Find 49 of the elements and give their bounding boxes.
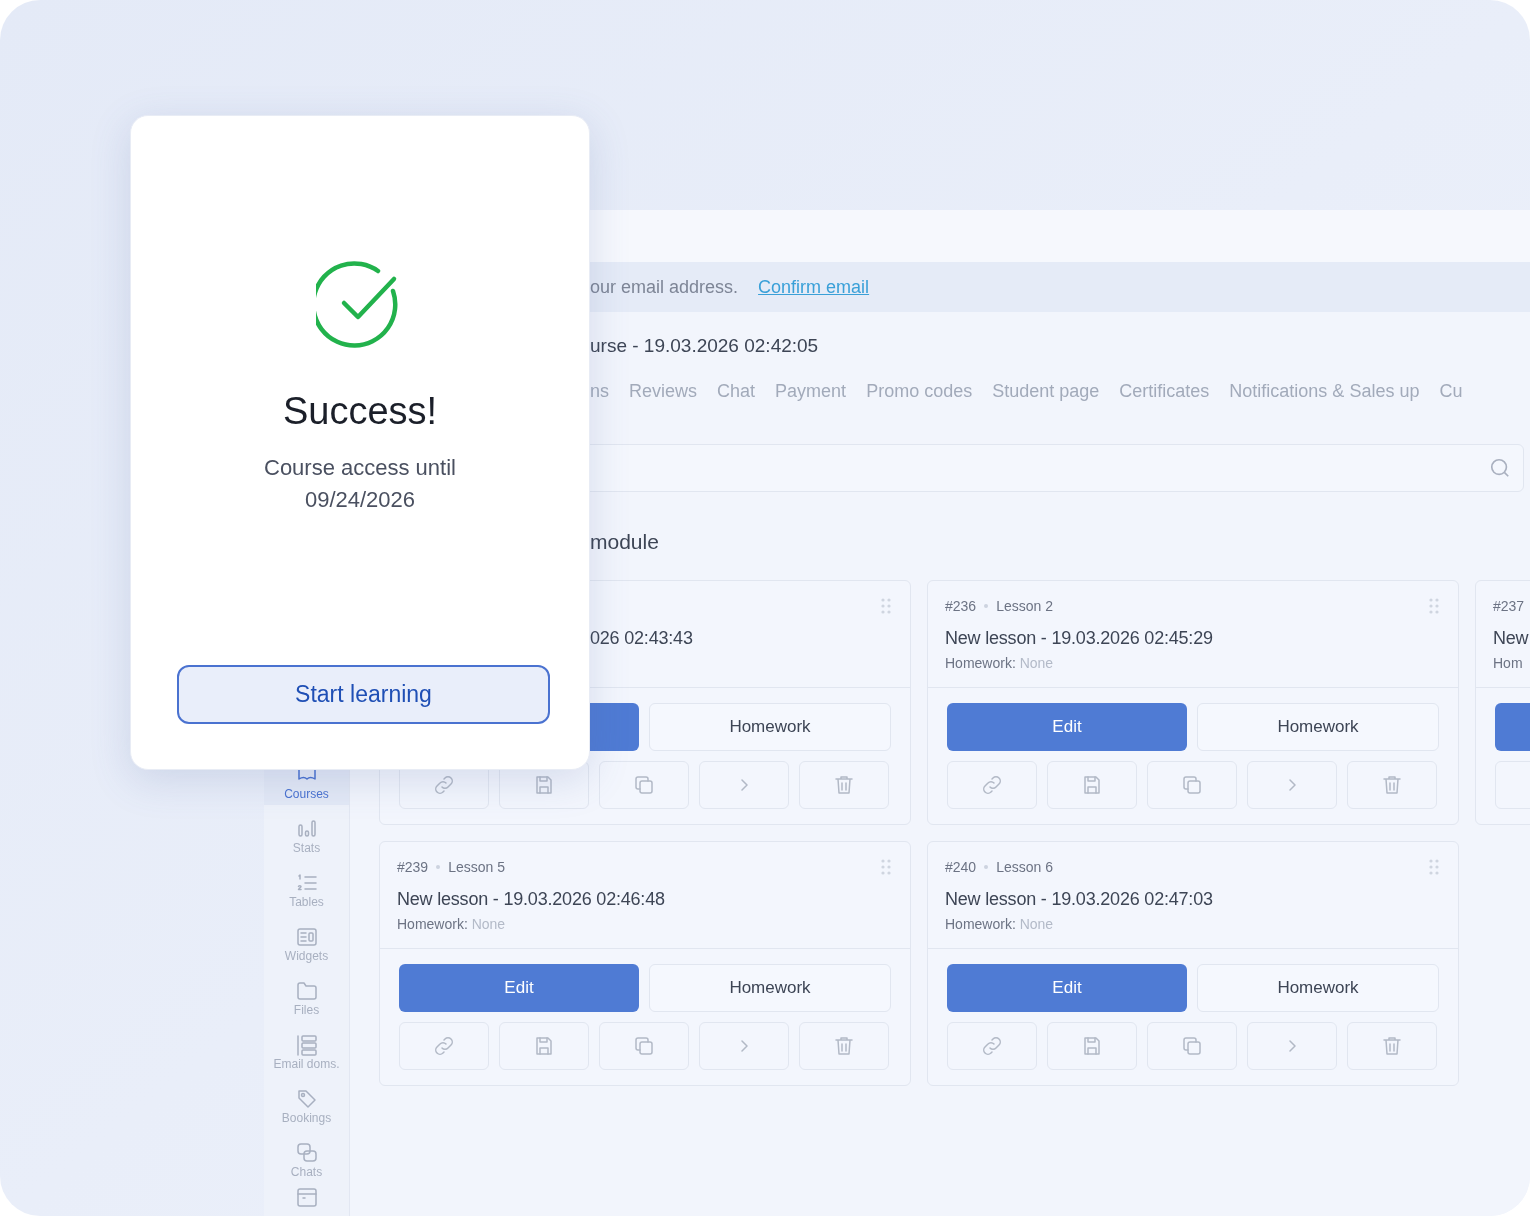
homework-value: None (1019, 655, 1054, 671)
tab[interactable]: Certificates (1119, 378, 1210, 405)
homework-button[interactable]: Homework (649, 964, 891, 1012)
tab[interactable]: Reviews (629, 378, 698, 405)
start-learning-button[interactable]: Start learning (177, 665, 550, 724)
tab[interactable]: ns (590, 378, 609, 405)
sidebar-item[interactable]: Bookings (264, 1075, 349, 1129)
sidebar-item[interactable]: Widgets (264, 913, 349, 967)
lesson-number: Lesson 2 (996, 596, 1053, 616)
sidebar-item[interactable]: Chats (264, 1129, 349, 1183)
homework-label: Homework: (945, 916, 1016, 932)
lesson-number: Lesson 5 (448, 857, 505, 877)
lesson-title: New lesson - 19.03.2026 02:46:48 (397, 889, 665, 909)
sidebar-item[interactable]: Tables (264, 859, 349, 913)
edit-button[interactable]: Edit (399, 964, 639, 1012)
lesson-title: New lesson - 19.03.2026 02:45:29 (945, 628, 1213, 648)
course-title: urse - 19.03.2026 02:42:05 (590, 335, 819, 356)
edit-button[interactable]: Edit (947, 703, 1187, 751)
lesson-title: New lesson - 19.03.2026 02:47:03 (945, 889, 1213, 909)
lesson-id: #240 (945, 857, 977, 877)
lesson-id: #236 (945, 596, 977, 616)
homework-value: None (471, 916, 506, 932)
homework-button[interactable]: Homework (649, 703, 891, 751)
sidebar-item[interactable]: Email doms. (264, 1021, 349, 1075)
dialog-message: Course access until 09/24/2026 (263, 454, 457, 514)
homework-label: Homework: (945, 655, 1016, 671)
tab[interactable]: Student page (992, 378, 1100, 405)
homework-value: None (1019, 916, 1054, 932)
homework-label: Homework: (397, 916, 468, 932)
lesson-number: Lesson 6 (996, 857, 1053, 877)
lesson-id: #239 (397, 857, 429, 877)
tab[interactable]: Promo codes (866, 378, 973, 405)
tab[interactable]: Chat (717, 378, 756, 405)
lesson-id: #237 (1493, 596, 1525, 616)
homework-button[interactable]: Homework (1197, 964, 1439, 1012)
edit-button[interactable]: Edit (947, 964, 1187, 1012)
banner-text: our email address. (590, 275, 739, 299)
tab[interactable]: Payment (775, 378, 847, 405)
section-title: module (590, 530, 659, 553)
lesson-title: 026 02:43:43 (590, 628, 693, 648)
homework-label: Hom (1493, 655, 1523, 671)
tab[interactable]: Cu (1439, 378, 1463, 405)
dialog-title: Success! (282, 389, 438, 434)
sidebar-item[interactable]: Stats (264, 805, 349, 859)
tab[interactable]: Notifications & Sales up (1229, 378, 1420, 405)
confirm-email-link[interactable]: Confirm email (758, 273, 870, 301)
homework-button[interactable]: Homework (1197, 703, 1439, 751)
sidebar-item[interactable]: Files (264, 967, 349, 1021)
lesson-title: New (1493, 628, 1529, 648)
